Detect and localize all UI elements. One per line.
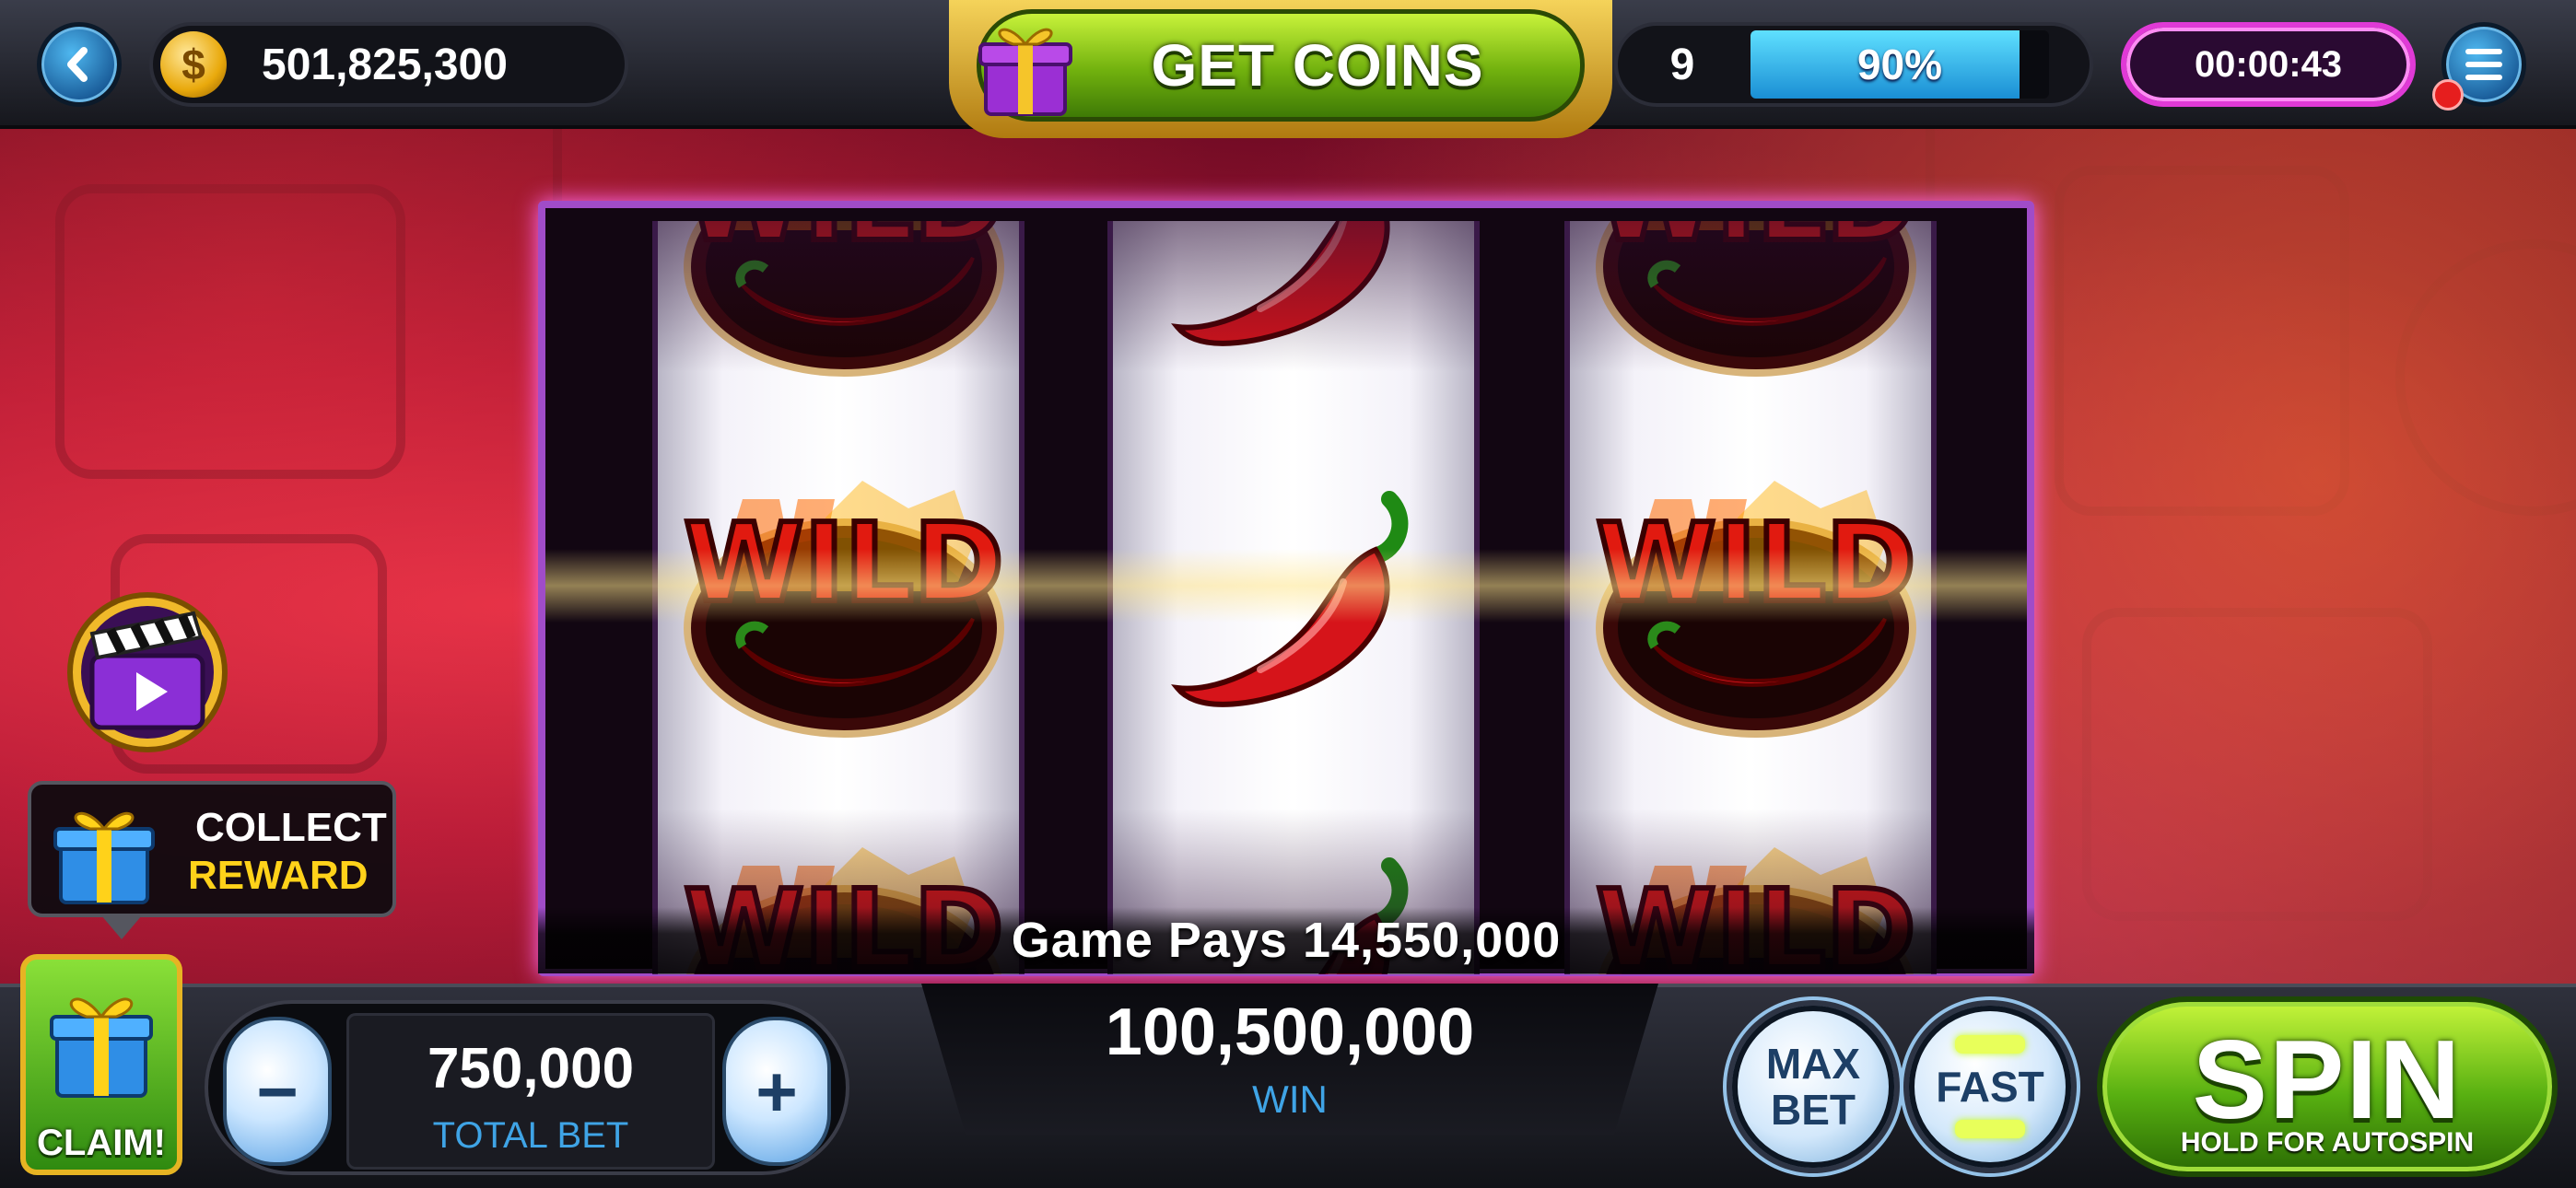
reel-1: WILDWILDWILD — [652, 221, 1025, 974]
back-button[interactable] — [37, 22, 122, 107]
wild-chili-symbol: WILD — [1593, 481, 1919, 738]
autospin-hint: HOLD FOR AUTOSPIN — [2180, 1127, 2475, 1158]
wild-text: WILD — [684, 221, 1003, 265]
minus-icon: − — [256, 1050, 299, 1132]
gift-icon — [50, 997, 153, 1098]
timer-text: 00:00:43 — [2194, 43, 2343, 85]
max-bet-button[interactable]: MAX BET — [1732, 1006, 1894, 1168]
gift-icon — [53, 811, 155, 904]
spin-label: SPIN — [2192, 1017, 2463, 1142]
game-pays-banner: Game Pays 14,550,000 — [538, 907, 2034, 973]
coin-balance: 501,825,300 — [262, 40, 508, 89]
top-bar: $ 501,825,300 GET COINS 9 90% 00:00:43 — [0, 0, 2576, 138]
spin-button[interactable]: SPIN HOLD FOR AUTOSPIN — [2097, 996, 2558, 1177]
wild-text: WILD — [684, 499, 1003, 626]
coin-balance-pill: $ 501,825,300 — [149, 22, 628, 107]
game-pays-text: Game Pays 14,550,000 — [1011, 913, 1562, 968]
slot-machine: WILDWILDWILD WILDWILDWILD — [538, 201, 2034, 976]
background-glyph — [2395, 239, 2576, 516]
notification-dot — [2432, 79, 2464, 111]
chili-pepper-symbol — [1171, 491, 1409, 707]
background-glyph — [2082, 608, 2432, 921]
level-pill: 9 90% — [1614, 22, 2093, 107]
total-bet-display: 750,000 TOTAL BET — [346, 1013, 715, 1170]
background-glyph — [2055, 166, 2349, 516]
win-display: 100,500,000 WIN — [921, 984, 1658, 1135]
max-bet-line1: MAX — [1765, 1040, 1861, 1088]
fast-label: FAST — [1936, 1063, 2044, 1111]
reel-2 — [1107, 221, 1480, 974]
total-bet-value: 750,000 — [427, 1037, 635, 1101]
get-coins-label: GET COINS — [1151, 32, 1484, 99]
clapperboard-play-icon[interactable] — [55, 580, 240, 755]
bonus-timer[interactable]: 00:00:43 — [2121, 22, 2416, 107]
level-number: 9 — [1669, 40, 1695, 89]
claim-label: CLAIM! — [37, 1123, 166, 1163]
fast-spin-button[interactable]: FAST — [1909, 1006, 2071, 1168]
increase-bet-button[interactable]: + — [722, 1017, 831, 1166]
max-bet-line2: BET — [1770, 1086, 1856, 1134]
wild-chili-symbol: WILD — [681, 481, 1007, 738]
reel-3: WILDWILDWILD — [1564, 221, 1937, 974]
decrease-bet-button[interactable]: − — [223, 1017, 332, 1166]
coin-icon: $ — [160, 31, 227, 98]
level-progress-bar: 90% — [1751, 30, 2049, 99]
coin-symbol: $ — [181, 41, 205, 88]
claim-button[interactable]: CLAIM! — [20, 954, 182, 1175]
hamburger-menu-icon — [2465, 49, 2502, 80]
collect-label: COLLECT — [195, 805, 387, 850]
fast-indicator-light — [1955, 1035, 2025, 1054]
level-progress-label: 90% — [1856, 41, 1943, 88]
plus-icon: + — [755, 1050, 798, 1132]
wild-chili-symbol: WILD — [1593, 221, 1919, 377]
wild-chili-symbol: WILD — [681, 221, 1007, 377]
total-bet-label: TOTAL BET — [432, 1115, 629, 1156]
background-glyph — [55, 184, 405, 479]
gift-icon — [978, 28, 1072, 116]
reward-label: REWARD — [188, 853, 369, 898]
fast-indicator-light — [1955, 1120, 2025, 1138]
win-label: WIN — [1252, 1077, 1328, 1121]
collect-reward-tooltip[interactable]: COLLECT REWARD — [28, 781, 396, 939]
wild-text: WILD — [1596, 221, 1915, 265]
chevron-left-icon — [67, 47, 88, 82]
chili-pepper-symbol — [1171, 221, 1390, 346]
bet-panel: − 750,000 TOTAL BET + — [205, 1000, 849, 1175]
wild-text: WILD — [1596, 499, 1915, 626]
win-value: 100,500,000 — [1105, 996, 1475, 1069]
